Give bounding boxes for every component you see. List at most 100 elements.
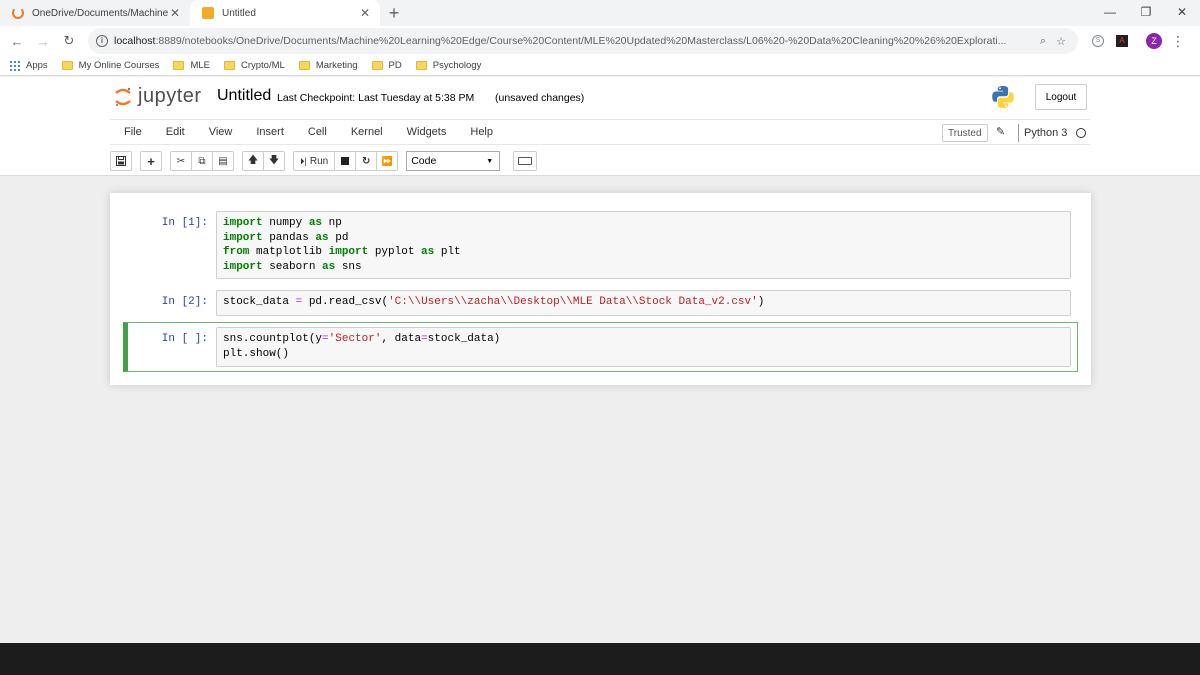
command-palette-button[interactable] xyxy=(513,151,538,171)
code-cell-2[interactable]: In [2]: stock_data = pd.read_csv('C:\\Us… xyxy=(124,289,1076,317)
folder-icon xyxy=(61,61,73,70)
browser-tab-1[interactable]: OneDrive/Documents/Machine L ✕ xyxy=(0,0,190,26)
code-line: sns.countplot(y='Sector', data=stock_dat… xyxy=(223,332,1064,347)
os-taskbar xyxy=(0,643,1200,675)
jupyter-wordmark: jupyter xyxy=(138,85,202,107)
code-cell-1[interactable]: In [1]: import numpy as np import pandas … xyxy=(124,210,1076,280)
bookmark-crypto-ml[interactable]: Crypto/ML xyxy=(223,60,285,71)
menu-help[interactable]: Help xyxy=(458,126,505,138)
address-bar-row: ← → ↻ i localhost:8889/notebooks/OneDriv… xyxy=(0,26,1200,56)
save-button[interactable] xyxy=(110,151,132,171)
bookmark-mle[interactable]: MLE xyxy=(173,60,210,71)
code-line: import numpy as np xyxy=(223,216,1064,231)
cut-cell-button[interactable]: ✂ xyxy=(170,151,192,171)
menu-view[interactable]: View xyxy=(197,126,245,138)
code-token: np xyxy=(322,217,342,229)
profile-avatar[interactable]: Z xyxy=(1142,29,1166,53)
code-cell-3-selected[interactable]: In [ ]: sns.countplot(y='Sector', data=s… xyxy=(123,322,1078,372)
code-line: plt.show() xyxy=(223,347,1064,362)
notebook-container: In [1]: import numpy as np import pandas … xyxy=(110,193,1091,385)
url-path: :8889/notebooks/OneDrive/Documents/Machi… xyxy=(155,35,1007,47)
kernel-name: Python 3 xyxy=(1018,124,1067,142)
reload-icon[interactable]: ↻ xyxy=(56,28,82,54)
forward-arrow-icon[interactable]: → xyxy=(30,28,56,54)
tab-label: OneDrive/Documents/Machine L xyxy=(32,7,168,19)
jupyter-favicon-icon xyxy=(12,7,24,19)
menu-insert[interactable]: Insert xyxy=(244,126,296,138)
menu-edit[interactable]: Edit xyxy=(154,126,197,138)
code-token: pd.read_csv( xyxy=(302,296,389,308)
close-tab-icon[interactable]: ✕ xyxy=(168,6,182,20)
jupyter-logo[interactable]: jupyter xyxy=(114,85,202,108)
bookmark-star-icon[interactable]: ☆ xyxy=(1052,35,1070,48)
code-editor[interactable]: sns.countplot(y='Sector', data=stock_dat… xyxy=(216,327,1071,367)
zoom-icon[interactable]: ⌕ xyxy=(1034,35,1052,48)
close-tab-icon[interactable]: ✕ xyxy=(358,6,372,20)
pdf-extension-icon[interactable]: A xyxy=(1110,29,1134,53)
code-token: import xyxy=(328,246,369,258)
code-token: , data xyxy=(381,333,422,345)
code-token: ) xyxy=(757,296,765,308)
apps-grid-icon xyxy=(10,60,20,71)
bookmark-my-online-courses[interactable]: My Online Courses xyxy=(61,60,159,71)
url-host: localhost xyxy=(114,35,156,47)
menu-kernel[interactable]: Kernel xyxy=(339,126,395,138)
tab-label: Untitled xyxy=(222,7,256,19)
code-token: import xyxy=(223,217,263,229)
code-line: import seaborn as sns xyxy=(223,260,1064,275)
trusted-badge[interactable]: Trusted xyxy=(942,124,988,142)
code-token: stock_data xyxy=(223,296,296,308)
minimize-button[interactable]: — xyxy=(1092,0,1128,24)
new-tab-button[interactable]: + xyxy=(380,0,408,26)
menu-file[interactable]: File xyxy=(110,126,154,138)
bookmarks-bar: Apps My Online Courses MLE Crypto/ML Mar… xyxy=(0,56,1200,76)
code-line: stock_data = pd.read_csv('C:\\Users\\zac… xyxy=(223,295,1064,310)
keyboard-icon xyxy=(518,157,533,165)
copy-cell-button[interactable]: ⧉ xyxy=(191,151,213,171)
interrupt-kernel-button[interactable] xyxy=(334,151,357,171)
code-token: = xyxy=(322,333,329,345)
code-token: = xyxy=(421,333,428,345)
code-token: plt xyxy=(434,246,461,258)
cell-type-select[interactable]: Code ▼ xyxy=(406,151,501,171)
folder-icon xyxy=(415,61,427,70)
menu-widgets[interactable]: Widgets xyxy=(395,126,459,138)
bookmark-apps[interactable]: Apps xyxy=(10,60,48,71)
bookmark-psychology[interactable]: Psychology xyxy=(415,60,481,71)
code-editor[interactable]: stock_data = pd.read_csv('C:\\Users\\zac… xyxy=(216,290,1071,316)
restore-button[interactable]: ❐ xyxy=(1128,0,1164,24)
code-editor[interactable]: import numpy as np import pandas as pd fro… xyxy=(216,211,1071,279)
kernel-idle-indicator-icon xyxy=(1076,128,1086,138)
restart-kernel-button[interactable]: ↻ xyxy=(355,151,378,171)
notebook-title[interactable]: Untitled xyxy=(217,87,271,105)
skype-extension-icon[interactable]: S xyxy=(1086,29,1110,53)
bookmark-pd[interactable]: PD xyxy=(371,60,402,71)
browser-tab-2[interactable]: Untitled ✕ xyxy=(190,0,380,26)
move-up-button[interactable]: 🡅 xyxy=(242,151,264,171)
url-input[interactable]: i localhost:8889/notebooks/OneDrive/Docu… xyxy=(88,28,1078,54)
code-token: sns.countplot(y xyxy=(223,333,323,345)
folder-icon xyxy=(298,61,310,70)
cell-prompt: In [ ]: xyxy=(161,333,208,345)
logout-button[interactable]: Logout xyxy=(1035,84,1087,110)
more-menu-icon[interactable]: ⋮ xyxy=(1166,29,1190,53)
edit-pencil-icon[interactable]: ✎ xyxy=(996,125,1005,138)
code-token: import xyxy=(223,260,263,273)
menu-cell[interactable]: Cell xyxy=(296,126,339,138)
code-token: sns xyxy=(335,260,362,273)
restart-run-all-button[interactable]: ⏩ xyxy=(376,151,399,171)
checkpoint-status: Last Checkpoint: Last Tuesday at 5:38 PM xyxy=(277,92,475,104)
cell-prompt: In [1]: xyxy=(161,217,208,229)
unsaved-changes-indicator: (unsaved changes) xyxy=(495,92,585,104)
paste-cell-button[interactable]: ▤ xyxy=(212,151,234,171)
bookmark-marketing[interactable]: Marketing xyxy=(298,60,358,71)
code-line: import pandas as pd xyxy=(223,231,1064,246)
close-window-button[interactable]: ✕ xyxy=(1164,0,1200,24)
insert-cell-button[interactable]: + xyxy=(140,151,162,171)
code-token: pandas xyxy=(262,231,316,244)
back-arrow-icon[interactable]: ← xyxy=(4,28,30,54)
jupyter-header: jupyter Untitled Last Checkpoint: Last T… xyxy=(0,77,1200,176)
info-icon[interactable]: i xyxy=(96,35,108,47)
run-button[interactable]: ⏵| Run xyxy=(293,151,336,171)
move-down-button[interactable]: 🡇 xyxy=(263,151,285,171)
